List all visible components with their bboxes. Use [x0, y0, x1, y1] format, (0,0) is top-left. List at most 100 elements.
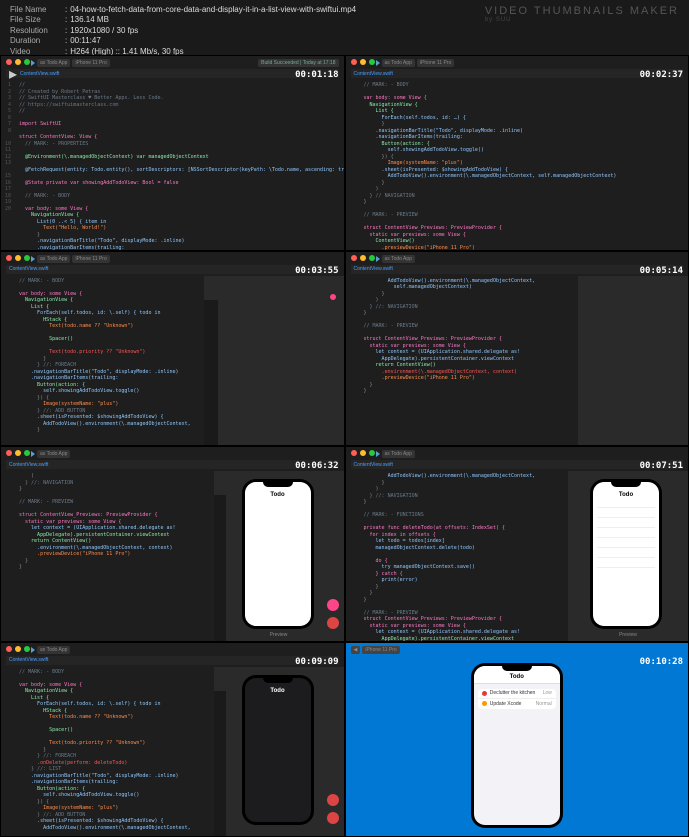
minimize-icon[interactable]	[360, 59, 366, 65]
tab-contentview[interactable]: ContentView.swift	[20, 71, 59, 77]
preview-pane[interactable]	[204, 276, 344, 446]
minimize-icon[interactable]	[360, 450, 366, 456]
run-button[interactable]	[376, 451, 380, 457]
thumbnail-7[interactable]: as Todo App ContentView.swift 00:09:09 /…	[0, 642, 345, 837]
preview-pane[interactable]: Todo Preview	[214, 471, 344, 641]
duration-value: 00:11:47	[70, 36, 101, 46]
preview-label: Preview	[214, 632, 344, 638]
notch-icon	[502, 666, 532, 671]
thumbnail-8[interactable]: ◀iPhone 11 Pro 00:10:28 Todo Declutter t…	[345, 642, 689, 837]
target-device[interactable]: iPhone 11 Pro	[362, 646, 399, 654]
target-app[interactable]: as Todo App	[37, 59, 70, 67]
maximize-icon[interactable]	[369, 255, 375, 261]
close-icon[interactable]	[351, 255, 357, 261]
list-item	[597, 538, 655, 548]
close-icon[interactable]	[6, 450, 12, 456]
device-simulator[interactable]: Todo Declutter the kitchen Low Update Xc…	[471, 663, 563, 828]
code-editor[interactable]: ) } //: NAVIGATION} // MARK: - PREVIEW s…	[1, 471, 214, 641]
window-controls[interactable]	[351, 450, 375, 456]
code-editor[interactable]: // MARK: - BODY var body: some View { Na…	[1, 667, 214, 837]
code-editor[interactable]: // MARK: - BODY var body: some View { Na…	[1, 276, 204, 446]
close-icon[interactable]	[6, 255, 12, 261]
timestamp: 00:03:55	[295, 266, 338, 276]
run-button[interactable]	[376, 256, 380, 262]
screen-title: Todo	[245, 688, 311, 694]
tab-contentview[interactable]: ContentView.swift	[354, 71, 393, 77]
code-editor[interactable]: AddTodoView().environment(\.managedObjec…	[346, 276, 579, 446]
preview-pane[interactable]: Todo Preview	[568, 471, 688, 641]
target-app[interactable]: as Todo App	[382, 450, 415, 458]
target-app[interactable]: as Todo App	[37, 646, 70, 654]
thumbnail-2[interactable]: as Todo AppiPhone 11 Pro ContentView.swi…	[345, 55, 689, 251]
thumbnail-3[interactable]: as Todo AppiPhone 11 Pro ContentView.swi…	[0, 251, 345, 447]
maximize-icon[interactable]	[24, 450, 30, 456]
list-item[interactable]: Update Xcode Normal	[478, 699, 556, 709]
minimap[interactable]	[204, 300, 218, 446]
target-app[interactable]: as Todo App	[382, 59, 415, 67]
todo-name: Update Xcode	[490, 701, 536, 707]
maximize-icon[interactable]	[369, 59, 375, 65]
target-app[interactable]: as Todo App	[382, 255, 415, 263]
code-editor[interactable]: // MARK: - BODY var body: some View { Na…	[346, 80, 689, 250]
run-button[interactable]	[31, 256, 35, 262]
minimize-icon[interactable]	[360, 255, 366, 261]
window-controls[interactable]	[351, 59, 375, 65]
maximize-icon[interactable]	[24, 255, 30, 261]
close-icon[interactable]	[351, 450, 357, 456]
fab-button[interactable]	[327, 617, 339, 629]
resolution-label: Resolution	[10, 26, 65, 36]
watermark: VIDEO THUMBNAILS MAKER by SUU	[485, 5, 679, 23]
filesize-label: File Size	[10, 15, 65, 25]
run-button[interactable]	[31, 647, 35, 653]
timestamp: 00:05:14	[640, 266, 683, 276]
window-controls[interactable]	[6, 646, 30, 652]
preview-pane[interactable]: Todo	[214, 667, 344, 837]
todo-priority: Normal	[536, 701, 552, 707]
thumbnail-4[interactable]: as Todo App ContentView.swift 00:05:14 F…	[345, 251, 689, 447]
fab-button[interactable]	[327, 794, 339, 806]
code-editor[interactable]: AddTodoView().environment(\.managedObjec…	[346, 471, 569, 641]
tab-contentview[interactable]: ContentView.swift	[9, 266, 48, 272]
notch-icon	[263, 482, 293, 487]
build-status: Build Succeeded | Today at 17:18	[258, 59, 338, 67]
target-device[interactable]: iPhone 11 Pro	[417, 59, 454, 67]
todo-priority: Low	[543, 690, 552, 696]
thumbnail-6[interactable]: as Todo App ContentView.swift 00:07:51 A…	[345, 446, 689, 642]
fab-button[interactable]	[327, 599, 339, 611]
thumbnail-5[interactable]: as Todo App ContentView.swift 00:06:32 )…	[0, 446, 345, 642]
fab-button[interactable]	[327, 812, 339, 824]
tab-contentview[interactable]: ContentView.swift	[354, 462, 393, 468]
back-icon[interactable]: ◀	[351, 646, 361, 654]
maximize-icon[interactable]	[369, 450, 375, 456]
list-item[interactable]: Declutter the kitchen Low	[478, 689, 556, 699]
tab-contentview[interactable]: ContentView.swift	[354, 266, 393, 272]
maximize-icon[interactable]	[24, 646, 30, 652]
target-app[interactable]: as Todo App	[37, 255, 70, 263]
maximize-icon[interactable]	[24, 59, 30, 65]
minimize-icon[interactable]	[15, 255, 21, 261]
duration-label: Duration	[10, 36, 65, 46]
minimize-icon[interactable]	[15, 646, 21, 652]
window-controls[interactable]	[6, 450, 30, 456]
window-controls[interactable]	[6, 255, 30, 261]
breakpoint-marker	[330, 294, 336, 300]
close-icon[interactable]	[6, 646, 12, 652]
filename-label: File Name	[10, 5, 65, 15]
target-device[interactable]: iPhone 11 Pro	[72, 255, 109, 263]
preview-pane[interactable]	[578, 276, 688, 446]
run-button[interactable]	[31, 60, 35, 66]
run-button[interactable]	[376, 60, 380, 66]
window-controls[interactable]	[351, 255, 375, 261]
thumbnail-1[interactable]: as Todo AppiPhone 11 Pro Build Succeeded …	[0, 55, 345, 251]
target-app[interactable]: as Todo App	[37, 450, 70, 458]
close-icon[interactable]	[351, 59, 357, 65]
tab-contentview[interactable]: ContentView.swift	[9, 657, 48, 663]
target-device[interactable]: iPhone 11 Pro	[72, 59, 109, 67]
code-editor[interactable]: //// Created by Robert Petras// SwiftUI …	[1, 80, 344, 250]
run-button[interactable]	[31, 451, 35, 457]
tab-contentview[interactable]: ContentView.swift	[9, 462, 48, 468]
priority-dot-icon	[482, 691, 487, 696]
minimap[interactable]	[214, 495, 226, 641]
minimize-icon[interactable]	[15, 450, 21, 456]
minimap[interactable]	[214, 691, 226, 837]
